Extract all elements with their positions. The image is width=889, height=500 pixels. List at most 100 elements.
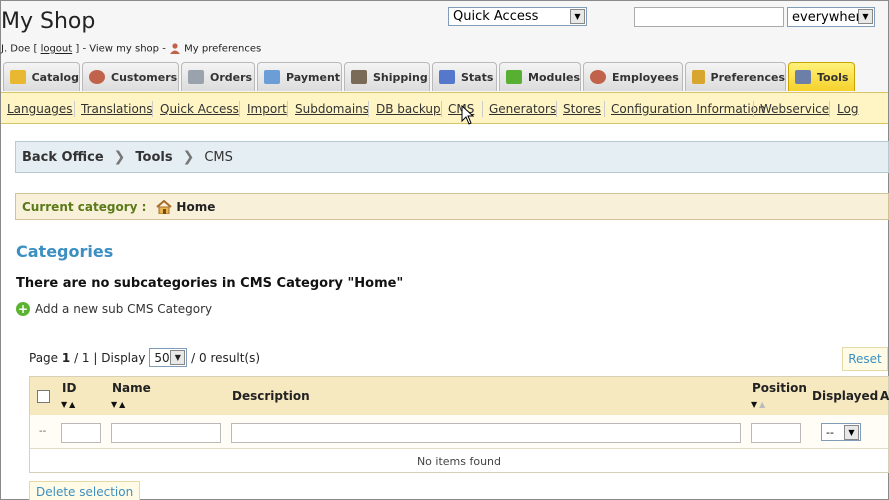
no-subcategories-message: There are no subcategories in CMS Catego… — [16, 276, 404, 291]
reset-button[interactable]: Reset — [842, 347, 888, 371]
add-icon: + — [16, 302, 30, 316]
user-name: J. Doe — [1, 43, 31, 55]
divider — [287, 101, 288, 117]
chevron-right-icon: ❯ — [113, 149, 126, 165]
chevron-down-icon: ▼ — [570, 9, 585, 24]
puzzle-icon — [506, 70, 522, 84]
shop-title: My Shop — [1, 9, 96, 34]
search-input[interactable] — [634, 7, 784, 27]
subtab-quick-access[interactable]: Quick Access — [160, 102, 239, 116]
divider — [829, 101, 830, 117]
tab-payment[interactable]: Payment — [257, 62, 342, 91]
column-position: Position — [752, 381, 807, 395]
search-scope-select[interactable]: everywhere ▼ — [787, 7, 875, 27]
subtab-import[interactable]: Import — [247, 102, 287, 116]
person-icon — [590, 70, 606, 84]
subtab-webservice[interactable]: Webservice — [760, 102, 829, 116]
subtab-translations[interactable]: Translations — [81, 102, 153, 116]
logout-link[interactable]: logout — [41, 44, 73, 55]
current-category-home-link[interactable]: Home — [176, 200, 215, 214]
tab-tools[interactable]: Tools — [788, 62, 855, 91]
subtab-configuration-information[interactable]: Configuration Information — [611, 102, 766, 116]
pagination: Page 1 / 1 | Display 50 ▼ / 0 result(s) — [29, 348, 260, 367]
categories-title: Categories — [16, 242, 114, 261]
delete-selection-button[interactable]: Delete selection — [29, 481, 141, 500]
chevron-down-icon: ▼ — [170, 350, 186, 365]
tab-stats[interactable]: Stats — [432, 62, 497, 91]
divider — [604, 101, 605, 117]
subtab-generators[interactable]: Generators — [489, 102, 556, 116]
cms-category-grid: ID ▼▲ Name ▼▲ Description Position ▼▲ Di… — [29, 376, 889, 473]
tab-customers[interactable]: Customers — [82, 62, 179, 91]
grid-filter-row: -- -- ▼ — [30, 415, 888, 449]
person-icon — [89, 70, 105, 84]
cart-icon — [188, 70, 204, 84]
home-icon — [156, 199, 173, 214]
subtab-log[interactable]: Log — [837, 102, 858, 116]
divider — [152, 101, 153, 117]
filter-position-input[interactable] — [751, 423, 801, 443]
breadcrumb-cms: CMS — [204, 149, 233, 165]
divider — [556, 101, 557, 117]
tab-orders[interactable]: Orders — [181, 62, 255, 91]
truck-icon — [351, 70, 367, 84]
filter-name-input[interactable] — [111, 423, 221, 443]
divider — [753, 101, 754, 117]
chevron-down-icon: ▼ — [858, 9, 873, 24]
filter-displayed-select[interactable]: -- ▼ — [821, 423, 861, 441]
payment-icon — [264, 70, 280, 84]
current-category-label: Current category : — [22, 199, 147, 214]
subtab-stores[interactable]: Stores — [563, 102, 601, 116]
tab-employees[interactable]: Employees — [583, 62, 683, 91]
sort-arrows-icon[interactable]: ▼▲ — [751, 400, 767, 409]
my-preferences-link[interactable]: My preferences — [184, 44, 261, 55]
user-line: J. Doe [ logout ] - View my shop - My pr… — [1, 43, 262, 55]
subtab-db-backup[interactable]: DB backup — [376, 102, 441, 116]
subtab-subdomains[interactable]: Subdomains — [295, 102, 369, 116]
divider — [239, 101, 240, 117]
grid-header: ID ▼▲ Name ▼▲ Description Position ▼▲ Di… — [30, 377, 889, 415]
sort-arrows-icon[interactable]: ▼▲ — [111, 400, 127, 409]
divider — [482, 101, 483, 117]
breadcrumb: Back Office ❯ Tools ❯ CMS — [15, 141, 889, 173]
column-displayed: Displayed — [812, 389, 879, 403]
filter-description-input[interactable] — [231, 423, 741, 443]
per-page-select[interactable]: 50 ▼ — [149, 348, 188, 367]
divider — [441, 101, 442, 117]
column-actions: A — [880, 389, 889, 403]
breadcrumb-tools[interactable]: Tools — [135, 150, 172, 165]
folder-icon — [10, 70, 26, 84]
subtab-languages[interactable]: Languages — [7, 102, 72, 116]
column-description: Description — [232, 389, 310, 403]
header: My Shop J. Doe [ logout ] - View my shop… — [1, 1, 888, 61]
current-category-bar: Current category : Home — [15, 193, 889, 220]
add-sub-category-label: Add a new sub CMS Category — [35, 302, 213, 316]
tab-catalog[interactable]: Catalog — [3, 62, 80, 91]
view-shop-link[interactable]: View my shop — [89, 44, 159, 55]
select-all-checkbox[interactable] — [37, 390, 50, 403]
sub-tabs: Languages Translations Quick Access Impo… — [1, 92, 888, 125]
empty-message: No items found — [416, 455, 502, 468]
quick-access-select[interactable]: Quick Access ▼ — [448, 7, 587, 26]
tab-shipping[interactable]: Shipping — [344, 62, 430, 91]
main-tabs: Catalog Customers Orders Payment Shippin… — [1, 61, 888, 92]
column-name: Name — [112, 381, 151, 395]
chevron-down-icon: ▼ — [844, 425, 859, 440]
wrench-icon — [795, 70, 811, 84]
mouse-cursor-icon — [461, 104, 475, 128]
tab-modules[interactable]: Modules — [499, 62, 581, 91]
breadcrumb-back-office[interactable]: Back Office — [22, 150, 104, 165]
add-sub-category-link[interactable]: + Add a new sub CMS Category — [16, 302, 212, 316]
divider — [74, 101, 75, 117]
form-icon — [692, 70, 705, 84]
current-page: 1 — [61, 350, 71, 365]
chevron-right-icon: ❯ — [182, 149, 195, 165]
sort-arrows-icon[interactable]: ▼▲ — [61, 400, 77, 409]
chart-icon — [439, 70, 455, 84]
column-id: ID — [62, 381, 77, 395]
tab-preferences[interactable]: Preferences — [685, 62, 786, 91]
divider — [368, 101, 369, 117]
filter-id-input[interactable] — [61, 423, 101, 443]
filter-dash: -- — [39, 426, 47, 437]
person-icon — [169, 43, 181, 54]
